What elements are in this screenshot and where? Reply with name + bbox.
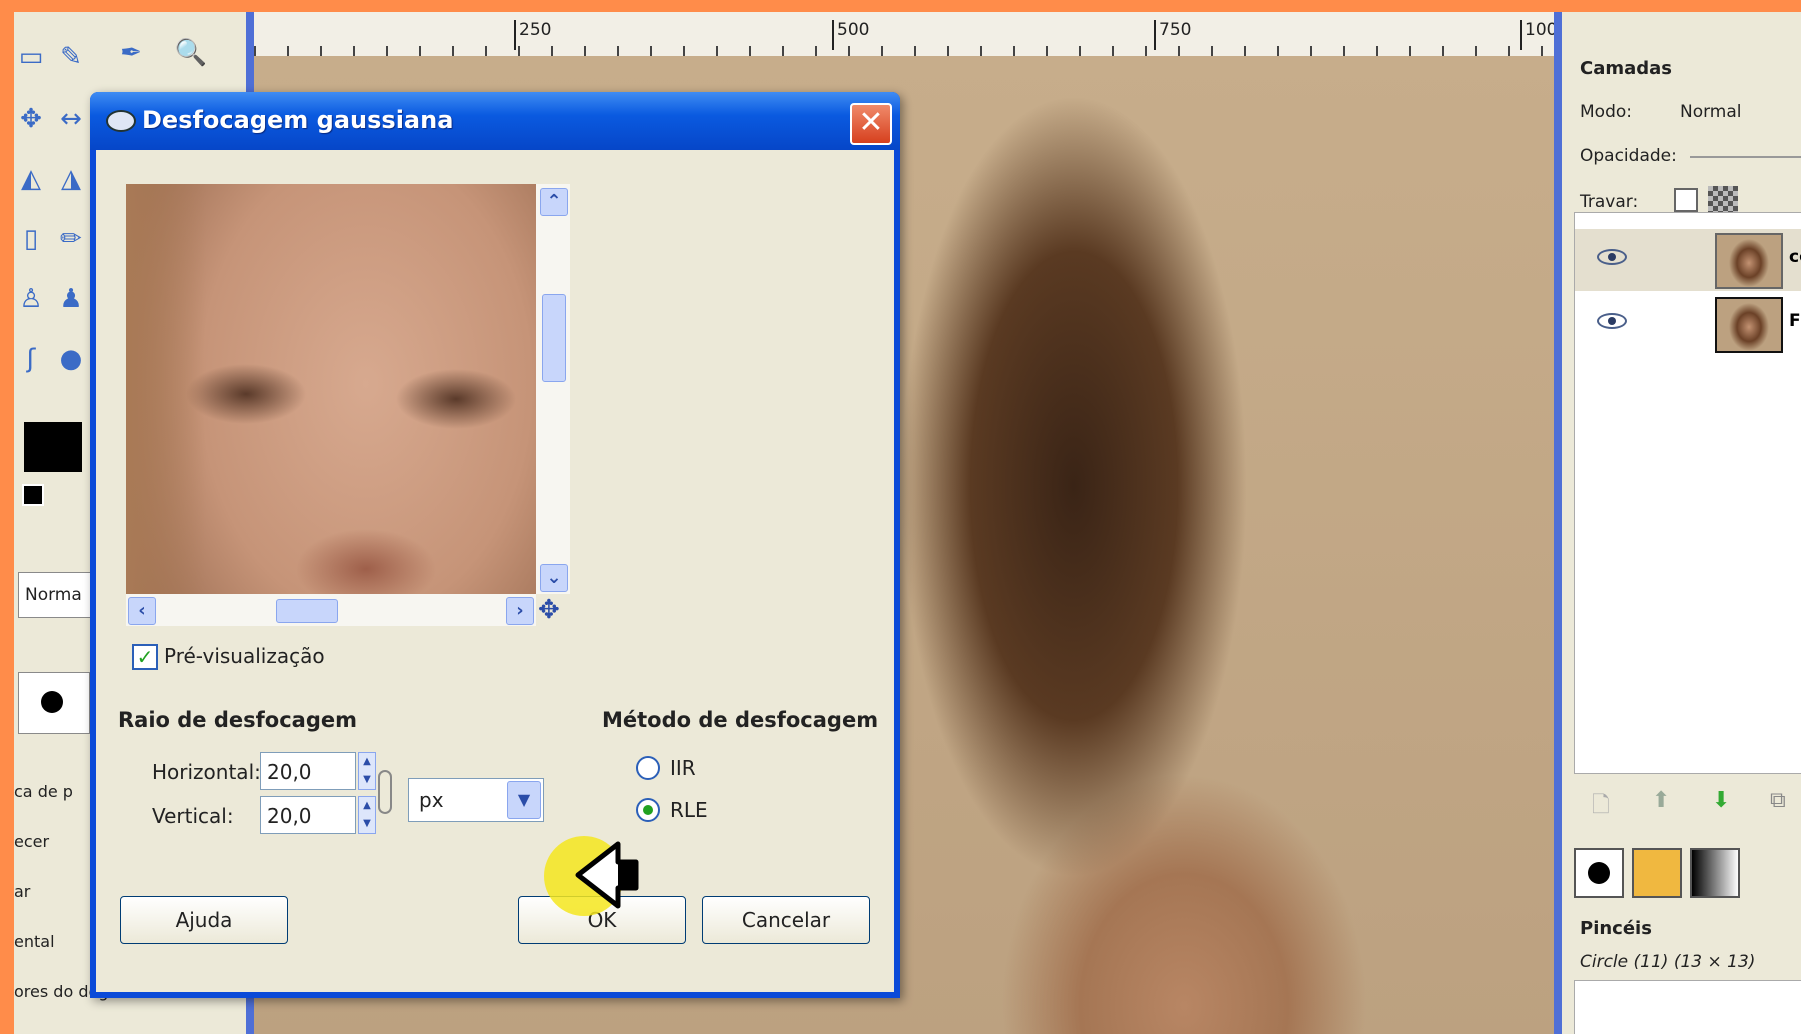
perspective-icon[interactable]: ◮ <box>54 162 88 196</box>
layers-dock: Camadas Modo: Normal Opacidade: Travar: … <box>1554 12 1801 1034</box>
iir-label: IIR <box>670 756 696 780</box>
scroll-up-icon[interactable]: ⌃ <box>540 188 568 216</box>
tool-option-text: ca de p <box>14 782 73 801</box>
horizontal-scroll-thumb[interactable] <box>276 599 338 623</box>
chain-link-icon[interactable] <box>378 770 392 814</box>
brush-tab-icon <box>1588 862 1610 884</box>
clone-icon[interactable]: ♟ <box>54 282 88 316</box>
unit-value: px <box>419 788 444 812</box>
lock-label: Travar: <box>1580 192 1639 212</box>
smudge-icon[interactable]: ʃ <box>14 342 48 376</box>
zoom-icon[interactable]: 🔍 <box>174 36 208 70</box>
horizontal-input[interactable]: 20,0 <box>260 752 356 790</box>
scroll-left-icon[interactable]: ‹ <box>128 597 156 625</box>
ruler-mark: 250 <box>514 20 551 50</box>
new-layer-icon[interactable]: 🗋 <box>1592 788 1610 826</box>
preview-horizontal-scrollbar[interactable]: ‹ › <box>126 594 536 626</box>
layers-title: Camadas <box>1580 58 1673 79</box>
fuzzy-select-icon[interactable]: ✎ <box>54 40 88 74</box>
vertical-input[interactable]: 20,0 <box>260 796 356 834</box>
ruler-mark: 750 <box>1154 20 1191 50</box>
opacity-slider[interactable] <box>1690 156 1801 158</box>
rle-radio[interactable] <box>636 798 660 822</box>
gaussian-blur-dialog: Desfocagem gaussiana ✕ ⌃ ⌄ ‹ › ✥ ✓ Pré-v… <box>90 92 900 998</box>
rect-select-icon[interactable]: ▭ <box>14 40 48 74</box>
horizontal-stepper[interactable]: ▲ ▼ <box>358 752 376 790</box>
visibility-eye-icon[interactable] <box>1597 313 1627 329</box>
layer-thumbnail <box>1715 233 1783 289</box>
text-icon[interactable]: ▯ <box>14 222 48 256</box>
preview-checkbox-label: Pré-visualização <box>164 644 325 668</box>
method-section-title: Método de desfocagem <box>602 708 879 732</box>
gimp-app-icon <box>106 110 136 132</box>
move-icon[interactable]: ✥ <box>14 102 48 136</box>
visibility-eye-icon[interactable] <box>1597 249 1627 265</box>
dialog-title: Desfocagem gaussiana <box>142 106 454 134</box>
preview-vertical-scrollbar[interactable]: ⌃ ⌄ <box>536 184 570 594</box>
close-button[interactable]: ✕ <box>850 103 892 145</box>
layer-thumbnail <box>1715 297 1783 353</box>
layers-list: có Fu <box>1574 212 1801 774</box>
unit-select[interactable]: px ▼ <box>408 778 544 822</box>
radius-section-title: Raio de desfocagem <box>118 708 357 732</box>
layer-row[interactable]: có <box>1575 229 1801 291</box>
dialog-body: ⌃ ⌄ ‹ › ✥ ✓ Pré-visualização Raio de des… <box>96 150 894 992</box>
brush-name: Circle (11) (13 × 13) <box>1580 952 1756 972</box>
shear-icon[interactable]: ◭ <box>14 162 48 196</box>
tool-option-text: ecer <box>14 832 50 851</box>
opacity-label: Opacidade: <box>1580 146 1677 166</box>
scroll-right-icon[interactable]: › <box>506 597 534 625</box>
color-picker-icon[interactable]: ✒ <box>114 36 148 70</box>
mode-value[interactable]: Normal <box>1680 102 1742 122</box>
layer-row[interactable]: Fu <box>1575 293 1801 355</box>
brushes-title: Pincéis <box>1580 918 1652 939</box>
lock-pixels-checkbox[interactable] <box>1674 188 1698 212</box>
airbrush-icon[interactable]: ♙ <box>14 282 48 316</box>
chevron-down-icon[interactable]: ▼ <box>507 781 541 819</box>
tool-option-text: ental <box>14 932 55 951</box>
vertical-stepper[interactable]: ▲ ▼ <box>358 796 376 834</box>
gimp-window: 250 500 750 100 ▭ ✎ ✒ 🔍 ✥ ↔ ◭ ◮ ▯ ✏ ♙ ♟ … <box>14 12 1801 1034</box>
horizontal-ruler: 250 500 750 100 <box>254 12 1557 58</box>
blur-preview[interactable] <box>126 184 536 594</box>
pointer-cursor-icon <box>575 841 639 909</box>
rle-label: RLE <box>670 798 708 822</box>
pencil-icon[interactable]: ✏ <box>54 222 88 256</box>
duplicate-layer-icon[interactable]: ⧉ <box>1770 788 1786 813</box>
tool-option-text: ar <box>14 882 31 901</box>
ruler-ticks <box>254 46 1554 56</box>
brush-grid[interactable] <box>1574 980 1801 1034</box>
scroll-down-icon[interactable]: ⌄ <box>540 564 568 592</box>
iir-radio[interactable] <box>636 756 660 780</box>
layer-name: Fu <box>1789 311 1801 331</box>
reset-colors-icon[interactable] <box>22 484 44 506</box>
align-icon[interactable]: ↔ <box>54 102 88 136</box>
navigate-icon[interactable]: ✥ <box>538 594 560 626</box>
ruler-mark: 500 <box>832 20 869 50</box>
foreground-color[interactable] <box>24 422 82 472</box>
mode-label: Modo: <box>1580 102 1632 122</box>
vertical-scroll-thumb[interactable] <box>542 294 566 382</box>
brush-dot-icon <box>41 691 63 713</box>
raise-layer-icon[interactable]: ⬆ <box>1652 788 1670 813</box>
gradient-tab[interactable] <box>1690 848 1740 898</box>
tool-mode-field[interactable]: Norma <box>18 572 96 618</box>
layer-name: có <box>1789 247 1801 267</box>
horizontal-label: Horizontal: <box>152 760 261 784</box>
dialog-titlebar[interactable]: Desfocagem gaussiana ✕ <box>90 92 900 150</box>
brush-preview[interactable] <box>18 672 90 734</box>
vertical-label: Vertical: <box>152 804 234 828</box>
ruler-mark: 100 <box>1520 20 1557 50</box>
help-button[interactable]: Ajuda <box>120 896 288 944</box>
brush-tab[interactable] <box>1574 848 1624 898</box>
preview-checkbox[interactable]: ✓ <box>132 644 158 670</box>
dodge-icon[interactable]: ● <box>54 342 88 376</box>
pattern-tab[interactable] <box>1632 848 1682 898</box>
lower-layer-icon[interactable]: ⬇ <box>1712 788 1730 813</box>
cancel-button[interactable]: Cancelar <box>702 896 870 944</box>
